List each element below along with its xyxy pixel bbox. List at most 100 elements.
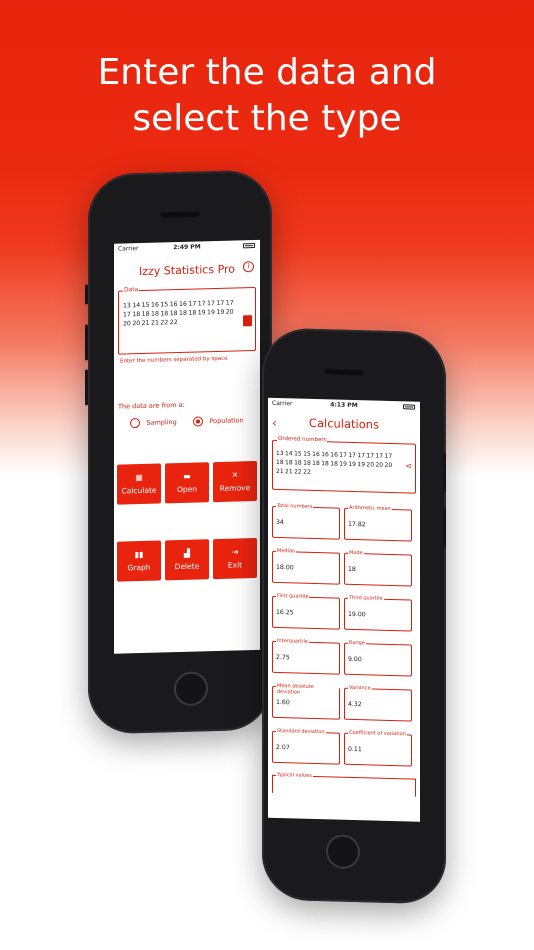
status-bar: Carrier 2:49 PM bbox=[114, 240, 260, 256]
battery-icon bbox=[403, 404, 415, 410]
battery-icon bbox=[243, 243, 255, 249]
ordered-numbers-value: 13 14 15 15 16 16 16 17 17 17 17 17 17 1… bbox=[276, 449, 393, 476]
delete-label: Delete bbox=[174, 561, 200, 572]
stat-value: 16.25 bbox=[276, 608, 294, 617]
stat-label: Standard deviation bbox=[276, 727, 326, 736]
app-title-bar: Izzy Statistics Pro i bbox=[114, 261, 260, 279]
stat-label: Third quartile bbox=[348, 594, 384, 602]
radio-sampling-label: Sampling bbox=[146, 418, 177, 427]
status-time: 4:13 PM bbox=[330, 401, 358, 410]
data-input-value[interactable]: 13 14 15 16 15 16 16 17 17 17 17 17 17 1… bbox=[123, 298, 241, 328]
bar-chart-icon: ▮▮ bbox=[134, 549, 144, 560]
stat-coefficient-of-variation: Coefficient of variation 0.11 bbox=[344, 729, 412, 767]
stat-value: 2.75 bbox=[276, 653, 290, 662]
mute-switch bbox=[85, 284, 88, 305]
stat-value: 18.00 bbox=[276, 563, 294, 572]
status-bar: Carrier 4:13 PM bbox=[268, 398, 420, 414]
graph-button[interactable]: ▮▮ Graph bbox=[117, 540, 161, 582]
action-buttons-row-1: ▦ Calculate ▬ Open ✕ Remove bbox=[114, 460, 260, 505]
exit-label: Exit bbox=[227, 560, 243, 570]
typical-legend: Typical values bbox=[276, 771, 313, 779]
stat-value: 2.07 bbox=[276, 743, 290, 752]
stat-mode: Mode 18 bbox=[344, 549, 412, 587]
exit-button[interactable]: ⇥ Exit bbox=[213, 537, 257, 580]
stat-label: Arithmetic mean bbox=[348, 504, 392, 512]
power-button bbox=[443, 452, 446, 493]
calculator-icon: ▦ bbox=[135, 472, 143, 483]
data-legend: Data bbox=[123, 286, 140, 294]
side-button bbox=[443, 507, 446, 548]
headline-line-1: Enter the data and bbox=[97, 52, 437, 93]
radio-sampling[interactable]: Sampling bbox=[130, 417, 177, 429]
radio-population[interactable]: Population bbox=[193, 415, 244, 427]
volume-up-button bbox=[85, 324, 88, 361]
data-input[interactable]: Data 13 14 15 16 15 16 16 17 17 17 17 17… bbox=[118, 286, 256, 355]
home-button[interactable] bbox=[174, 671, 208, 707]
stat-median: Median 18.00 bbox=[272, 547, 340, 585]
home-button[interactable] bbox=[326, 834, 360, 870]
radio-population-label: Population bbox=[209, 416, 244, 426]
stat-label: Mode bbox=[348, 549, 364, 557]
data-hint: Enter the numbers separated by space bbox=[120, 355, 228, 365]
back-chevron-icon[interactable]: ‹ bbox=[272, 416, 277, 430]
earpiece bbox=[160, 211, 200, 218]
calculate-label: Calculate bbox=[121, 485, 157, 496]
stat-label: Coefficient of variation bbox=[348, 729, 407, 738]
stat-value: 18 bbox=[348, 565, 356, 574]
folder-icon: ▬ bbox=[183, 471, 191, 481]
volume-down-button bbox=[85, 369, 88, 406]
trash-icon: ▟ bbox=[183, 548, 191, 558]
radio-population-circle[interactable] bbox=[193, 416, 204, 427]
info-icon[interactable]: i bbox=[243, 261, 254, 273]
stat-label: Variance bbox=[348, 684, 372, 692]
stat-value: 1.60 bbox=[276, 698, 290, 707]
stat-value: 4.32 bbox=[348, 700, 362, 709]
open-button[interactable]: ▬ Open bbox=[165, 462, 209, 504]
stat-value: 17.82 bbox=[348, 520, 366, 529]
stat-range: Range 9.00 bbox=[344, 639, 412, 677]
calculations-header: ‹ Calculations bbox=[268, 412, 420, 438]
close-icon: ✕ bbox=[231, 470, 239, 480]
stat-third-quartile: Third quartile 19.00 bbox=[344, 594, 412, 632]
calculations-title: Calculations bbox=[308, 415, 380, 432]
app-title: Izzy Statistics Pro bbox=[138, 262, 236, 279]
stat-label: Interquartile bbox=[276, 637, 309, 645]
stat-label: First quartile bbox=[276, 592, 310, 600]
stat-standard-deviation: Standard deviation 2.07 bbox=[272, 727, 340, 765]
stat-value: 19.00 bbox=[348, 610, 366, 619]
stats-grid: Total numbers 34 Arithmetic mean 17.82 Med… bbox=[272, 502, 420, 767]
stat-label: Median bbox=[276, 547, 297, 555]
data-type-radio-group: Sampling Population bbox=[114, 415, 260, 429]
phone-calculations-screen: Carrier 4:13 PM ‹ Calculations Ordered n… bbox=[262, 327, 446, 905]
ordered-legend: Ordered numbers bbox=[277, 435, 328, 444]
share-icon[interactable]: ⋖ bbox=[405, 461, 412, 470]
graph-label: Graph bbox=[127, 562, 151, 573]
open-label: Open bbox=[176, 484, 198, 495]
stat-value: 0.11 bbox=[348, 745, 362, 754]
stat-total-numbers: Total numbers 34 bbox=[272, 502, 340, 540]
delete-button[interactable]: ▟ Delete bbox=[165, 539, 209, 581]
stat-arithmetic-mean: Arithmetic mean 17.82 bbox=[344, 504, 412, 542]
stat-interquartile: Interquartile 2.75 bbox=[272, 637, 340, 675]
headline: Enter the data and select the type bbox=[0, 50, 534, 142]
status-time: 2:49 PM bbox=[173, 243, 201, 252]
exit-icon: ⇥ bbox=[231, 547, 239, 557]
stat-value: 9.00 bbox=[348, 655, 362, 664]
earpiece bbox=[324, 369, 364, 376]
calculate-button[interactable]: ▦ Calculate bbox=[117, 463, 161, 505]
phone-input-screen: Carrier 2:49 PM Izzy Statistics Pro i Da… bbox=[85, 169, 272, 735]
phone1-screen: Carrier 2:49 PM Izzy Statistics Pro i Da… bbox=[114, 239, 260, 654]
stat-first-quartile: First quartile 16.25 bbox=[272, 592, 340, 630]
action-buttons-row-2: ▮▮ Graph ▟ Delete ⇥ Exit bbox=[114, 537, 260, 582]
remove-button[interactable]: ✕ Remove bbox=[213, 460, 257, 503]
stat-label: Range bbox=[348, 639, 366, 647]
phone2-screen: Carrier 4:13 PM ‹ Calculations Ordered n… bbox=[268, 397, 420, 822]
typical-values-box: Typical values bbox=[272, 771, 416, 797]
stat-variance: Variance 4.32 bbox=[344, 684, 412, 722]
data-type-label: The data are from a: bbox=[118, 400, 185, 411]
radio-sampling-circle[interactable] bbox=[130, 418, 141, 429]
stat-label: Total numbers bbox=[276, 502, 314, 510]
stat-mean-absolute-deviation: Mean absolute deviation 1.60 bbox=[272, 682, 340, 720]
paste-icon[interactable] bbox=[243, 315, 252, 327]
remove-label: Remove bbox=[219, 483, 251, 493]
